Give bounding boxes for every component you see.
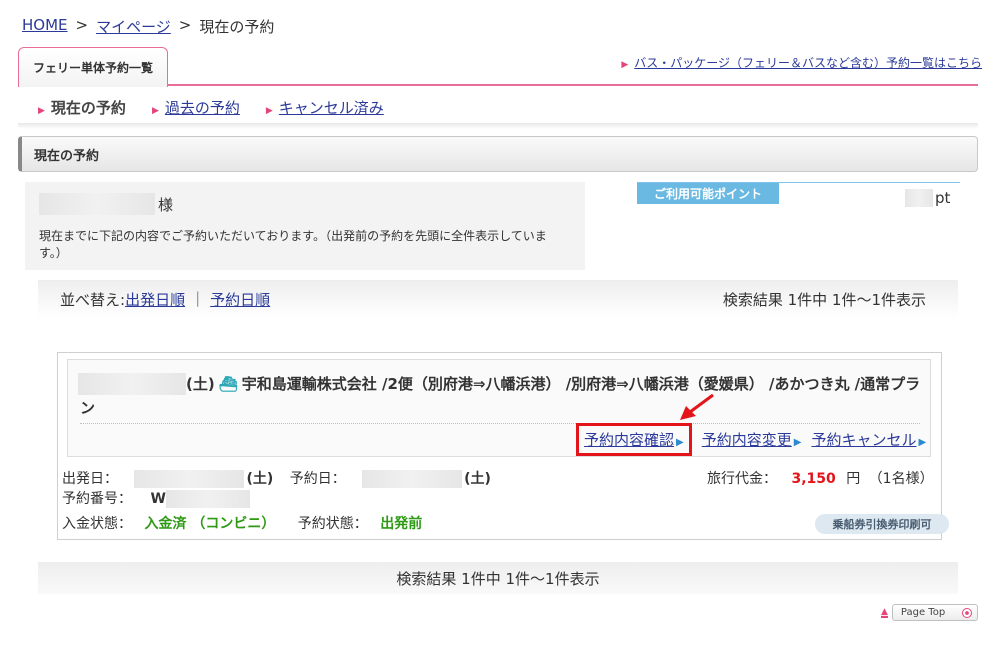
points-unit: pt: [935, 189, 951, 207]
page-top-button[interactable]: Page Top: [891, 604, 978, 621]
booking-label: 予約日：: [289, 471, 346, 487]
redacted-number: [165, 490, 250, 508]
sort-label: 並べ替え:: [60, 291, 126, 309]
triangle-right-icon: ▶: [621, 60, 629, 70]
reservation-card: (土) ⛴ 宇和島運輸株式会社 /2便（別府港⇒八幡浜港） /別府港⇒八幡浜港（愛媛…: [57, 352, 949, 540]
fare-people: （1名様）: [868, 471, 934, 487]
name-suffix: 様: [158, 196, 174, 214]
fare-unit: 円: [846, 471, 861, 487]
sort-by-booking-link[interactable]: 予約日順: [210, 289, 270, 310]
subnav-item-current: ▶ 現在の予約: [38, 97, 126, 118]
triangle-right-icon: ▶: [151, 106, 159, 116]
ship-icon: ⛴: [218, 375, 238, 393]
subnav-item-cancelled: ▶ キャンセル済み: [266, 97, 384, 118]
subnav-past-link[interactable]: 過去の予約: [165, 99, 240, 117]
subnav-cancelled-link[interactable]: キャンセル済み: [279, 99, 384, 117]
redacted-points: [905, 189, 933, 207]
bus-package-link-wrap: ▶ バス・パッケージ（フェリー＆バスなど含む）予約一覧はこちら: [621, 54, 982, 71]
sort-by-departure-link[interactable]: 出発日順: [125, 289, 185, 310]
subnav-current-label: 現在の予約: [50, 99, 126, 117]
triangle-right-icon: ▶: [676, 437, 684, 448]
redacted-name: [39, 193, 155, 215]
departure-day: (土): [246, 471, 274, 487]
red-arrow-icon: [680, 393, 714, 420]
circle-icon: [961, 608, 972, 618]
booking-day: (土): [464, 471, 491, 487]
page-top-control: ▲ Page Top: [881, 604, 978, 621]
greeting-message: 現在までに下記の内容でご予約いただいております。（出発前の予約を先頭に全件表示し…: [39, 229, 547, 260]
departure-label: 出発日：: [62, 471, 118, 487]
number-row: 予約番号： W: [62, 488, 250, 508]
dotted-divider: [80, 423, 920, 424]
triangle-right-icon: ▶: [38, 106, 45, 116]
breadcrumb: HOME > マイページ > 現在の予約: [22, 16, 274, 37]
breadcrumb-separator: >: [75, 16, 89, 34]
triangle-right-icon: ▶: [793, 437, 802, 448]
breadcrumb-home-link[interactable]: HOME: [22, 16, 68, 37]
fare-value: 3,150: [791, 471, 836, 487]
result-summary-top: 検索結果 1件中 1件〜1件表示: [722, 291, 926, 309]
fare-label: 旅行代金：: [707, 471, 777, 487]
sort-divider: |: [195, 289, 201, 307]
confirm-reservation-link[interactable]: 予約内容確認: [584, 431, 674, 449]
status-label: 予約状態：: [297, 516, 368, 532]
payment-label: 入金状態：: [62, 516, 132, 532]
tab-ferry-list[interactable]: フェリー単体予約一覧: [18, 47, 168, 87]
payment-value: 入金済 （コンビニ）: [144, 516, 276, 532]
breadcrumb-current: 現在の予約: [199, 18, 275, 36]
departure-row: 出発日： (土) 予約日： (土): [62, 468, 491, 488]
reservation-actions: 予約内容確認 ▶ 予約内容変更 ▶ 予約キャンセル ▶: [576, 423, 927, 456]
reservation-day: (土): [186, 375, 215, 393]
breadcrumb-mypage-link[interactable]: マイページ: [96, 16, 171, 37]
change-reservation-link[interactable]: 予約内容変更: [702, 431, 792, 449]
status-row: 入金状態： 入金済 （コンビニ） 予約状態： 出発前: [62, 513, 422, 533]
subnav-item-past: ▶ 過去の予約: [152, 97, 240, 118]
fare-row: 旅行代金： 3,150 円 （1名様）: [707, 468, 934, 488]
up-arrow-icon: ▲: [881, 606, 888, 618]
redacted-booking-date: [362, 470, 463, 488]
page-top-label: Page Top: [900, 607, 946, 618]
cancel-reservation-link[interactable]: 予約キャンセル: [811, 431, 916, 449]
number-label: 予約番号：: [62, 491, 132, 507]
sort-controls: 並べ替え: 出発日順 | 予約日順: [60, 289, 270, 310]
number-prefix: W: [150, 491, 166, 507]
subnav-divider: [18, 123, 978, 129]
bus-package-link[interactable]: バス・パッケージ（フェリー＆バスなど含む）予約一覧はこちら: [634, 56, 982, 70]
section-title: 現在の予約: [18, 136, 978, 172]
reservation-title: (土) ⛴ 宇和島運輸株式会社 /2便（別府港⇒八幡浜港） /別府港⇒八幡浜港（愛媛…: [80, 372, 925, 420]
reservation-header: (土) ⛴ 宇和島運輸株式会社 /2便（別府港⇒八幡浜港） /別府港⇒八幡浜港（愛媛…: [67, 359, 931, 457]
points-label: ご利用可能ポイント: [637, 183, 779, 204]
highlight-box: 予約内容確認 ▶: [576, 423, 692, 456]
ticket-printable-badge: 乗船券引換券印刷可: [815, 514, 949, 534]
triangle-right-icon: ▶: [265, 106, 273, 116]
result-summary-bottom: 検索結果 1件中 1件〜1件表示: [38, 562, 958, 594]
triangle-right-icon: ▶: [918, 437, 927, 448]
status-value: 出発前: [380, 516, 423, 532]
redacted-departure-date: [134, 470, 245, 488]
greeting-box: 様 現在までに下記の内容でご予約いただいております。（出発前の予約を先頭に全件表…: [25, 182, 585, 270]
breadcrumb-separator: >: [178, 16, 192, 34]
sort-bar: 並べ替え: 出発日順 | 予約日順 検索結果 1件中 1件〜1件表示: [38, 280, 958, 318]
sub-nav: ▶ 現在の予約 ▶ 過去の予約 ▶ キャンセル済み: [38, 97, 384, 118]
